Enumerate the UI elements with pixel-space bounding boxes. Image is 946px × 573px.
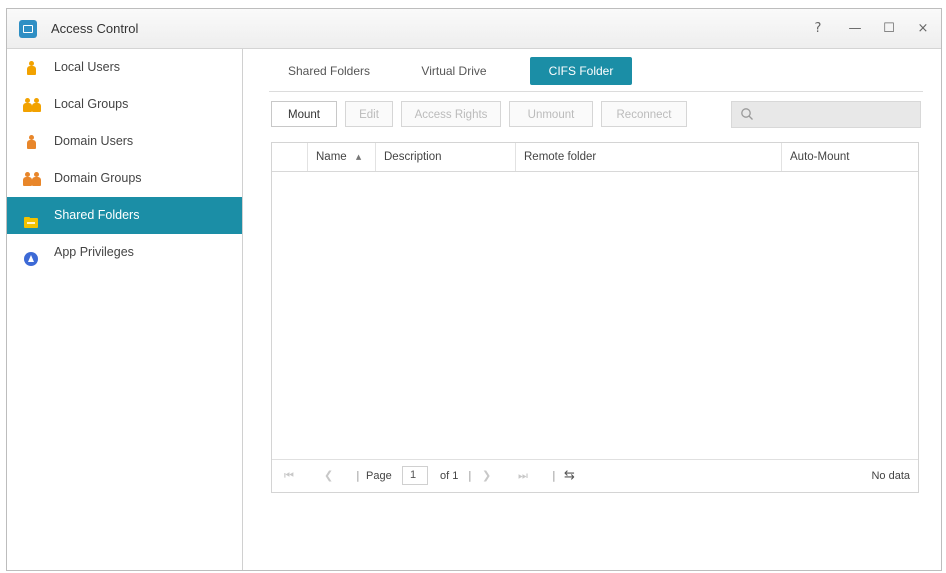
sidebar-item-local-groups[interactable]: Local Groups: [7, 86, 242, 123]
tab-bar: Shared Folders Virtual Drive CIFS Folder: [269, 57, 923, 92]
tab-cifs-folder[interactable]: CIFS Folder: [530, 57, 632, 85]
folder-icon: [23, 208, 39, 228]
sort-ascending-icon: ▲: [355, 153, 362, 161]
row-selector-column: [272, 143, 308, 171]
access-rights-button[interactable]: Access Rights: [401, 101, 501, 127]
grid-header: Name ▲ Description Remote folder Auto-Mo…: [272, 143, 918, 172]
previous-page-icon[interactable]: ❮: [324, 460, 333, 492]
sidebar-item-domain-users[interactable]: Domain Users: [7, 123, 242, 160]
pager-status: No data: [871, 470, 910, 482]
help-button[interactable]: ?: [808, 19, 828, 39]
maximize-button[interactable]: ☐: [879, 19, 899, 39]
sidebar-item-label: App Privileges: [54, 245, 134, 259]
tab-virtual-drive[interactable]: Virtual Drive: [399, 57, 509, 85]
sidebar-item-label: Domain Users: [54, 134, 134, 148]
column-auto-mount[interactable]: Auto-Mount: [782, 143, 918, 171]
access-control-app-icon: [19, 20, 37, 38]
pager-divider: |: [356, 469, 360, 482]
pagination-bar: ⏮ ❮ | Page 1 of 1 | ❯ ⏭ | ⇆ No data: [272, 459, 918, 492]
search-input[interactable]: [731, 101, 921, 128]
column-name[interactable]: Name ▲: [308, 143, 376, 171]
column-remote-folder[interactable]: Remote folder: [516, 143, 782, 171]
user-icon: [23, 60, 39, 76]
refresh-icon[interactable]: ⇆: [564, 460, 575, 492]
next-page-icon[interactable]: ❯: [482, 460, 491, 492]
group-icon: [23, 97, 41, 113]
mount-button[interactable]: Mount: [271, 101, 337, 127]
sidebar-item-app-privileges[interactable]: App Privileges: [7, 234, 242, 271]
sidebar-item-domain-groups[interactable]: Domain Groups: [7, 160, 242, 197]
pager-divider: |: [552, 469, 556, 482]
group-icon: [23, 171, 41, 187]
tab-shared-folders[interactable]: Shared Folders: [279, 57, 379, 85]
column-label: Name: [316, 151, 347, 163]
edit-button[interactable]: Edit: [345, 101, 393, 127]
app-icon: [23, 245, 39, 266]
toolbar: Mount Edit Access Rights Unmount Reconne…: [269, 101, 921, 129]
reconnect-button[interactable]: Reconnect: [601, 101, 687, 127]
search-icon: [741, 108, 753, 120]
window-title: Access Control: [51, 21, 139, 36]
sidebar: Local Users Local Groups Domain Users Do…: [7, 49, 243, 570]
sidebar-item-label: Local Groups: [54, 97, 129, 111]
minimize-button[interactable]: —: [845, 19, 865, 39]
user-icon: [23, 134, 39, 150]
main-panel: Shared Folders Virtual Drive CIFS Folder…: [243, 49, 941, 570]
column-description[interactable]: Description: [376, 143, 516, 171]
title-bar: Access Control ? — ☐ ×: [7, 9, 941, 49]
sidebar-item-label: Shared Folders: [54, 208, 140, 222]
unmount-button[interactable]: Unmount: [509, 101, 593, 127]
sidebar-item-label: Domain Groups: [54, 171, 142, 185]
last-page-icon[interactable]: ⏭: [518, 460, 528, 492]
sidebar-item-label: Local Users: [54, 60, 120, 74]
page-label: Page: [366, 470, 392, 482]
first-page-icon[interactable]: ⏮: [284, 460, 294, 492]
pager-divider: |: [468, 469, 472, 482]
sidebar-item-shared-folders[interactable]: Shared Folders: [7, 197, 242, 234]
sidebar-item-local-users[interactable]: Local Users: [7, 49, 242, 86]
access-control-window: Access Control ? — ☐ × Local Users Local…: [6, 8, 942, 571]
close-button[interactable]: ×: [913, 19, 933, 39]
page-number-input[interactable]: 1: [402, 466, 428, 485]
cifs-folder-grid: Name ▲ Description Remote folder Auto-Mo…: [271, 142, 919, 493]
page-count-label: of 1: [440, 470, 459, 482]
